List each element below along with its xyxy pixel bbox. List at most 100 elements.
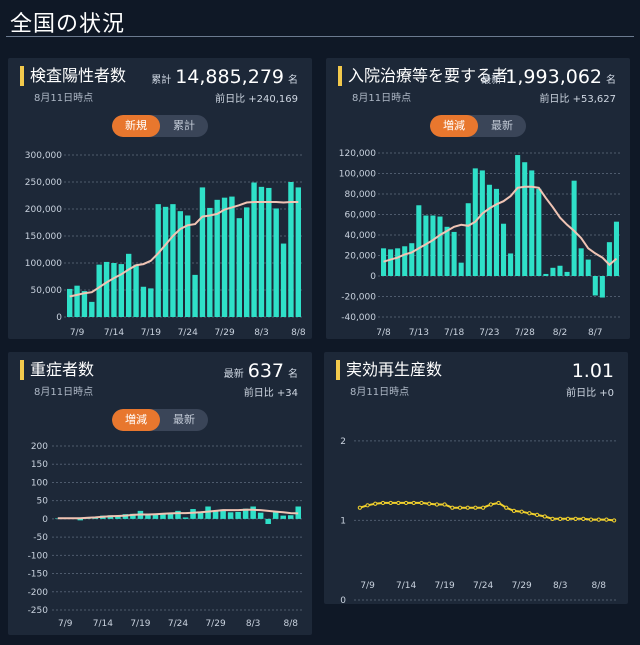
rt-point bbox=[388, 500, 393, 506]
severe-panel: 重症者数 8月11日時点 最新 637 名 前日比 +34 増減 最新 200 150… bbox=[8, 352, 312, 635]
y-tick-label: 250,000 bbox=[25, 178, 62, 188]
bar bbox=[258, 186, 265, 317]
y-tick-label: 200 bbox=[31, 442, 48, 452]
bar bbox=[578, 248, 584, 276]
rt-point bbox=[434, 502, 440, 507]
bar bbox=[444, 226, 450, 276]
x-tick-label: 8/7 bbox=[588, 328, 602, 338]
x-tick-label: 8/3 bbox=[246, 619, 260, 629]
rt-point bbox=[604, 517, 609, 522]
bar bbox=[402, 246, 408, 276]
rt-point bbox=[565, 516, 571, 521]
bar bbox=[235, 511, 241, 519]
rt-point bbox=[488, 502, 493, 507]
rt-chart: 2 1 0 7/9 7/14 7/19 7/24 7/29 8/3 8/8 bbox=[340, 437, 618, 604]
hospital-panel: 入院治療等を要する者 8月11日時点 最新 1,993,062 名 前日比 +53,… bbox=[326, 58, 630, 339]
y-tick-label: 200,000 bbox=[25, 205, 62, 215]
bar bbox=[265, 518, 271, 524]
bar bbox=[272, 511, 279, 519]
x-tick-label: 7/24 bbox=[473, 581, 493, 591]
bar bbox=[550, 267, 556, 276]
bar bbox=[103, 261, 110, 317]
bar bbox=[111, 263, 117, 317]
hospital-chart: 120,000 100,000 80,000 60,000 40,000 20,000 0 -… bbox=[339, 149, 620, 338]
rt-point bbox=[527, 511, 532, 516]
y-tick-label: -250 bbox=[28, 606, 49, 616]
rt-point bbox=[588, 517, 594, 522]
bar bbox=[221, 197, 228, 317]
x-tick-label: 8/8 bbox=[291, 328, 306, 338]
bar bbox=[175, 510, 181, 519]
rt-point bbox=[542, 514, 547, 519]
bar bbox=[536, 188, 542, 276]
rt-point bbox=[558, 516, 563, 521]
rt-point bbox=[380, 500, 386, 506]
y-tick-label: 60,000 bbox=[345, 211, 377, 221]
x-tick-label: 7/19 bbox=[435, 581, 455, 591]
bar bbox=[416, 205, 422, 276]
bar bbox=[395, 248, 401, 276]
rt-point bbox=[550, 516, 555, 521]
bar bbox=[148, 288, 154, 317]
x-tick-label: 7/9 bbox=[360, 581, 375, 591]
bar bbox=[185, 215, 191, 317]
bar bbox=[236, 218, 242, 317]
bar bbox=[81, 291, 88, 317]
x-tick-label: 8/8 bbox=[591, 581, 606, 591]
bar bbox=[162, 206, 169, 317]
y-tick-label: 1 bbox=[340, 516, 346, 526]
x-tick-label: 7/8 bbox=[376, 328, 391, 338]
y-tick-label: -150 bbox=[28, 570, 49, 580]
rt-point bbox=[596, 517, 601, 522]
y-tick-label: 20,000 bbox=[345, 252, 377, 262]
x-tick-label: 7/28 bbox=[515, 328, 535, 338]
x-tick-label: 7/14 bbox=[93, 619, 113, 629]
rt-point bbox=[481, 505, 486, 510]
bar bbox=[522, 162, 528, 276]
bar bbox=[167, 513, 174, 519]
y-tick-label: 80,000 bbox=[345, 190, 377, 200]
rt-point bbox=[581, 516, 586, 521]
x-tick-label: 7/29 bbox=[205, 619, 225, 629]
bar bbox=[126, 253, 132, 317]
bar bbox=[606, 242, 612, 276]
rt-point bbox=[427, 501, 432, 506]
x-tick-label: 8/8 bbox=[283, 619, 298, 629]
bar bbox=[557, 265, 563, 276]
bar bbox=[250, 506, 256, 519]
bar bbox=[170, 204, 176, 317]
bar bbox=[74, 285, 80, 317]
bar bbox=[227, 512, 234, 519]
title-divider bbox=[6, 36, 634, 37]
bar bbox=[182, 517, 189, 519]
bar bbox=[257, 512, 264, 519]
rt-point bbox=[504, 505, 509, 510]
bar bbox=[585, 259, 591, 276]
bar bbox=[501, 223, 507, 276]
rt-point bbox=[357, 505, 362, 510]
bar bbox=[96, 264, 102, 317]
y-tick-label: 50 bbox=[37, 497, 49, 507]
page-title: 全国の状況 bbox=[10, 12, 126, 37]
bar bbox=[592, 276, 598, 296]
bar bbox=[486, 184, 492, 276]
bar bbox=[287, 515, 294, 519]
bar bbox=[280, 515, 286, 519]
bar bbox=[273, 208, 279, 317]
x-tick-label: 7/18 bbox=[444, 328, 464, 338]
x-tick-label: 7/9 bbox=[58, 619, 73, 629]
x-tick-label: 7/19 bbox=[130, 619, 150, 629]
y-tick-label: -40,000 bbox=[341, 313, 376, 323]
rt-point bbox=[519, 509, 524, 514]
positive-panel: 検査陽性者数 8月11日時点 累計 14,885,279 名 前日比 +240,16… bbox=[8, 58, 312, 339]
y-tick-label: 0 bbox=[42, 515, 48, 525]
y-tick-label: 50,000 bbox=[31, 286, 63, 296]
rt-point bbox=[612, 518, 617, 523]
rt-point bbox=[457, 505, 463, 510]
bar bbox=[133, 264, 139, 317]
bar bbox=[192, 274, 198, 317]
bar bbox=[388, 249, 394, 276]
y-tick-label: -50 bbox=[33, 533, 48, 543]
x-tick-label: 7/23 bbox=[479, 328, 499, 338]
x-tick-label: 7/29 bbox=[214, 328, 234, 338]
